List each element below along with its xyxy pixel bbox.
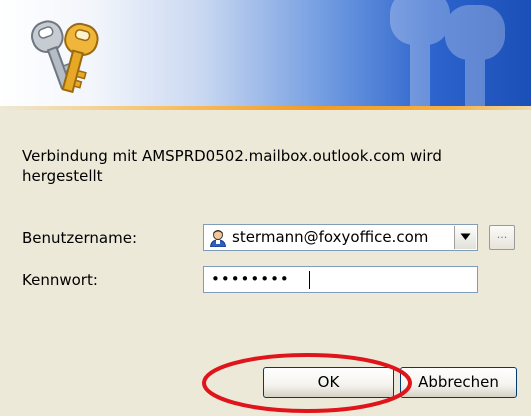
username-value: stermann@foxyoffice.com bbox=[232, 228, 429, 246]
password-masked-value: •••••••• bbox=[211, 270, 290, 288]
username-combobox[interactable]: stermann@foxyoffice.com bbox=[203, 224, 478, 251]
cancel-button[interactable]: Abbrechen bbox=[400, 367, 517, 398]
dialog-banner bbox=[0, 0, 531, 106]
password-label: Kennwort: bbox=[22, 271, 98, 289]
keys-icon bbox=[31, 20, 99, 94]
chevron-down-icon bbox=[460, 233, 471, 240]
browse-credentials-button[interactable]: ... bbox=[489, 225, 515, 250]
username-label: Benutzername: bbox=[22, 229, 138, 247]
credentials-dialog: Verbindung mit AMSPRD0502.mailbox.outloo… bbox=[0, 0, 531, 416]
user-icon bbox=[209, 230, 227, 247]
username-dropdown-button[interactable] bbox=[454, 226, 476, 249]
password-field[interactable]: •••••••• bbox=[203, 266, 478, 293]
keys-watermark-icon bbox=[390, 0, 505, 106]
text-caret bbox=[309, 271, 310, 289]
banner-accent-line bbox=[0, 106, 531, 110]
connection-message: Verbindung mit AMSPRD0502.mailbox.outloo… bbox=[22, 147, 442, 185]
ok-button[interactable]: OK bbox=[263, 367, 394, 398]
